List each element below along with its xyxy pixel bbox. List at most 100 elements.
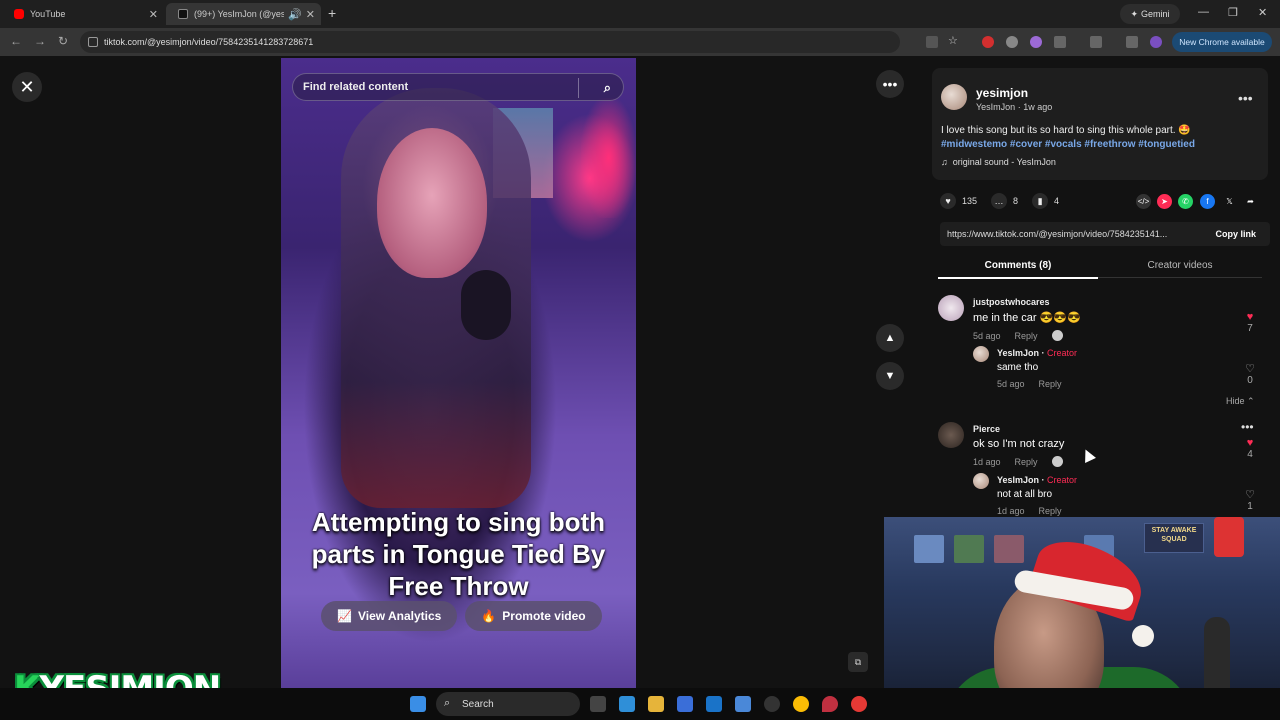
new-tab-button[interactable]: +	[328, 5, 336, 21]
post-hashtags[interactable]: #midwestemo #cover #vocals #freethrow #t…	[941, 139, 1195, 150]
led-light	[581, 98, 636, 218]
tab-title: (99+) YesImJon (@yesimjon)	[194, 9, 285, 19]
creator-liked-avatar	[1051, 456, 1063, 467]
comment-like-button[interactable]: ♡ 0	[1243, 362, 1257, 386]
file-explorer-icon[interactable]	[648, 696, 664, 712]
forward-icon[interactable]: →	[34, 34, 46, 48]
reply-button[interactable]: Reply	[1039, 379, 1062, 389]
video-player[interactable]: Find related content ⌕ Attempting to sin…	[281, 58, 636, 688]
copilot-icon[interactable]	[619, 696, 635, 712]
maximize-button[interactable]: ❐	[1228, 6, 1238, 19]
comment-username[interactable]: YesImJon	[997, 475, 1039, 485]
author-meta: YesImJon · 1w ago	[976, 102, 1053, 112]
comment-like-button[interactable]: ♥ 4	[1243, 437, 1257, 460]
address-bar[interactable]: tiktok.com/@yesimjon/video/7584235141283…	[80, 31, 900, 53]
share-link-box: https://www.tiktok.com/@yesimjon/video/7…	[940, 222, 1270, 246]
comment-username[interactable]: justpostwhocares	[973, 297, 1081, 307]
tab-tiktok[interactable]: (99+) YesImJon (@yesimjon) 🔊 ✕	[166, 3, 321, 25]
search-icon[interactable]: ⌕	[604, 80, 611, 96]
close-video-button[interactable]: ✕	[12, 72, 42, 102]
profile-avatar[interactable]	[1150, 36, 1162, 48]
commenter-avatar[interactable]	[973, 346, 989, 362]
share-link-url[interactable]: https://www.tiktok.com/@yesimjon/video/7…	[947, 229, 1187, 239]
sound-link[interactable]: ♫ original sound - YesImJon	[941, 157, 1056, 167]
hide-replies-button[interactable]: Hide ⌃	[1226, 396, 1255, 407]
sparkle-icon: ✦	[1130, 8, 1139, 19]
like-button[interactable]: ♥ 135	[940, 193, 977, 209]
embed-icon[interactable]: </>	[1136, 194, 1151, 209]
taskbar-search-label: Search	[462, 698, 494, 710]
comment-like-count: 1	[1247, 501, 1253, 512]
tab-comments[interactable]: Comments (8)	[938, 260, 1098, 279]
save-button[interactable]: ▮ 4	[1032, 193, 1059, 209]
whatsapp-icon[interactable]: ✆	[1178, 194, 1193, 209]
view-analytics-button[interactable]: 📈 View Analytics	[321, 601, 458, 631]
extension-icon[interactable]	[1006, 36, 1018, 48]
comment-username[interactable]: Pierce	[973, 424, 1064, 434]
window-close-button[interactable]: ✕	[1258, 6, 1267, 19]
mail-icon[interactable]	[706, 696, 722, 712]
engagement-stats: ♥ 135 … 8 ▮ 4	[940, 193, 1073, 209]
video-more-options-button[interactable]: •••	[876, 70, 904, 98]
previous-video-button[interactable]: ▲	[876, 324, 904, 352]
comment-button[interactable]: … 8	[991, 193, 1018, 209]
star-icon[interactable]: ☆	[948, 34, 960, 47]
taskbar-search[interactable]: ⌕ Search	[436, 692, 580, 716]
reload-icon[interactable]: ↻	[58, 34, 68, 48]
tab-creator-videos[interactable]: Creator videos	[1100, 260, 1260, 271]
creator-liked-avatar	[1051, 330, 1063, 341]
reply-button[interactable]: Reply	[1015, 331, 1038, 341]
singer-face	[377, 128, 487, 278]
commenter-avatar[interactable]	[973, 473, 989, 489]
puzzle-icon[interactable]	[1054, 36, 1066, 48]
maps-pin-icon[interactable]	[822, 696, 838, 712]
split-view-icon[interactable]	[1090, 36, 1102, 48]
gemini-button[interactable]: ✦ Gemini	[1120, 4, 1180, 24]
comment-time: 1d ago	[973, 456, 1001, 467]
next-video-button[interactable]: ▼	[876, 362, 904, 390]
app-icon[interactable]	[735, 696, 751, 712]
tab-youtube[interactable]: YouTube ✕	[8, 3, 158, 25]
post-caption: I love this song but its so hard to sing…	[941, 125, 1191, 136]
close-tab-icon[interactable]: ✕	[149, 8, 158, 21]
bookmark-icon: ▮	[1032, 193, 1049, 209]
share-arrow-icon[interactable]: ➦	[1243, 194, 1258, 209]
minimize-button[interactable]: —	[1198, 6, 1209, 18]
picture-in-picture-icon[interactable]: ⧉	[848, 652, 868, 672]
media-icon[interactable]	[1126, 36, 1138, 48]
send-icon[interactable]: ➤	[1157, 194, 1172, 209]
post-more-options-button[interactable]: •••	[1238, 90, 1253, 106]
reply-button[interactable]: Reply	[1015, 457, 1038, 467]
x-icon[interactable]: 𝕏	[1222, 194, 1237, 209]
commenter-avatar[interactable]	[938, 422, 964, 448]
red-app-icon[interactable]	[851, 696, 867, 712]
commenter-avatar[interactable]	[938, 295, 964, 321]
install-icon[interactable]	[926, 36, 938, 48]
comment-text: same tho	[997, 362, 1039, 373]
update-chrome-button[interactable]: New Chrome available	[1172, 32, 1272, 52]
comment-username[interactable]: YesImJon	[997, 348, 1039, 358]
store-icon[interactable]	[677, 696, 693, 712]
copy-link-button[interactable]: Copy link	[1215, 229, 1256, 239]
task-view-icon[interactable]	[590, 696, 606, 712]
close-tab-icon[interactable]: ✕	[306, 8, 315, 21]
comment-like-button[interactable]: ♥ 7	[1243, 311, 1257, 334]
site-info-icon[interactable]	[88, 37, 98, 47]
comment-like-button[interactable]: ♡ 1	[1243, 488, 1257, 512]
windows-start-icon[interactable]	[410, 696, 426, 712]
chrome-icon[interactable]	[793, 696, 809, 712]
heart-filled-icon: ♥	[1246, 437, 1254, 449]
comment-more-options-button[interactable]: •••	[1241, 420, 1254, 434]
extension-icon[interactable]	[982, 36, 994, 48]
speaker-icon[interactable]: 🔊	[288, 8, 302, 21]
back-icon[interactable]: ←	[10, 34, 22, 48]
find-related-search[interactable]: Find related content ⌕	[292, 73, 624, 101]
reply-button[interactable]: Reply	[1039, 506, 1062, 516]
extension-icon[interactable]	[1030, 36, 1042, 48]
author-username[interactable]: yesimjon	[976, 86, 1028, 100]
obs-icon[interactable]	[764, 696, 780, 712]
tiktok-icon	[178, 9, 188, 19]
facebook-icon[interactable]: f	[1200, 194, 1215, 209]
promote-video-button[interactable]: 🔥 Promote video	[465, 601, 602, 631]
author-avatar[interactable]	[941, 84, 967, 110]
